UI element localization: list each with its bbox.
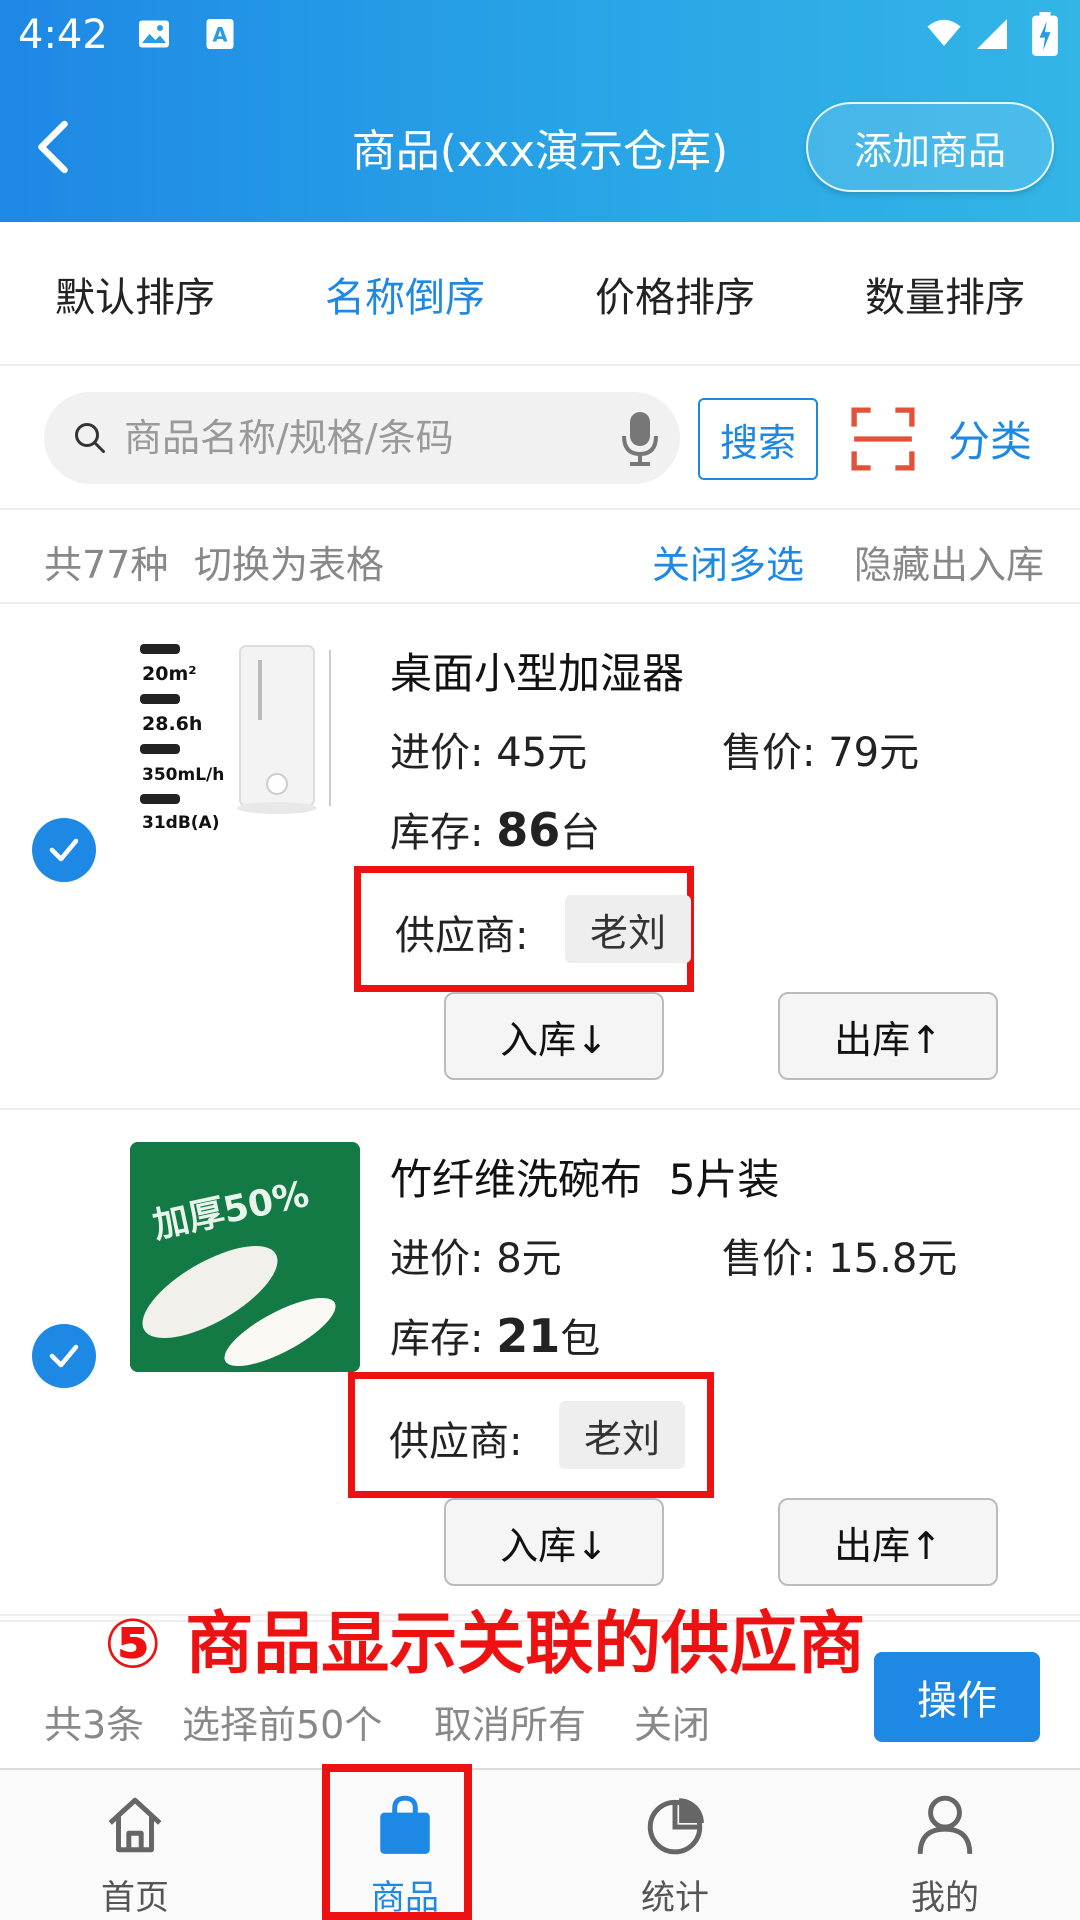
purchase-price: 进价: 45元 xyxy=(390,720,587,778)
purchase-price-value: 8元 xyxy=(496,1236,562,1282)
spec-hours: 28.6h xyxy=(142,713,202,735)
stock: 库存: 86台 xyxy=(390,800,600,858)
supplier-label: 供应商: xyxy=(395,913,529,959)
annotation-caption: ⑤ 商品显示关联的供应商 xyxy=(104,1605,866,1684)
search-box xyxy=(44,392,680,484)
hide-stock-io-link[interactable]: 隐藏出入库 xyxy=(854,534,1044,589)
stock-unit: 包 xyxy=(560,1316,601,1362)
supplier-highlight: 供应商: 老刘 xyxy=(354,866,694,992)
add-product-button[interactable]: 添加商品 xyxy=(806,102,1054,192)
spec-area: 20m² xyxy=(142,663,197,685)
font-icon: A xyxy=(206,19,234,49)
supplier-tag: 老刘 xyxy=(559,1401,685,1469)
selected-count: 共3条 xyxy=(44,1703,145,1747)
list-info-row: 共77种 切换为表格 关闭多选 隐藏出入库 xyxy=(0,512,1080,604)
sale-price-label: 售价: xyxy=(722,730,816,776)
stock-out-button[interactable]: 出库↑ xyxy=(778,1498,998,1586)
microphone-icon[interactable] xyxy=(620,410,660,466)
pie-chart-icon xyxy=(647,1798,704,1855)
search-button[interactable]: 搜索 xyxy=(698,398,818,480)
humidifier-image: 20m² 28.6h 350mL/h 31dB(A) xyxy=(140,644,331,833)
sort-quantity-tab[interactable]: 数量排序 xyxy=(810,222,1080,366)
supplier-highlight: 供应商: 老刘 xyxy=(348,1372,714,1498)
sale-price-label: 售价: xyxy=(722,1236,816,1282)
sort-name-desc-tab[interactable]: 名称倒序 xyxy=(270,222,540,366)
cancel-all-link[interactable]: 取消所有 xyxy=(434,1694,586,1749)
nav-stats[interactable]: 统计 xyxy=(540,1770,810,1920)
sort-price-tab[interactable]: 价格排序 xyxy=(540,222,810,366)
product-name: 桌面小型加湿器 xyxy=(390,649,685,698)
check-icon xyxy=(49,838,79,862)
nav-products-label: 商品 xyxy=(371,1878,439,1918)
sale-price: 售价: 79元 xyxy=(722,720,919,778)
stock-out-button[interactable]: 出库↑ xyxy=(778,992,998,1080)
nav-home[interactable]: 首页 xyxy=(0,1770,270,1920)
status-bar: 4:42 A xyxy=(0,0,1080,72)
close-link[interactable]: 关闭 xyxy=(634,1694,710,1749)
stock-in-button[interactable]: 入库↓ xyxy=(444,992,664,1080)
stock: 库存: 21包 xyxy=(390,1306,600,1364)
person-icon xyxy=(917,1795,973,1854)
purchase-price-label: 进价: xyxy=(390,1236,484,1282)
product-card[interactable]: 加厚50% 竹纤维洗碗布 5片装 进价: 8元 售价: 15.8元 库存: 21… xyxy=(0,1110,1080,1616)
svg-text:A: A xyxy=(212,24,227,47)
select-first-50-link[interactable]: 选择前50个 xyxy=(182,1694,382,1749)
supplier-tag: 老刘 xyxy=(565,895,691,963)
shopping-bag-icon xyxy=(380,1795,430,1854)
stock-unit: 台 xyxy=(560,810,601,856)
product-image-dishcloth: 加厚50% xyxy=(130,1142,360,1372)
purchase-price-label: 进价: xyxy=(390,730,484,776)
page-title: 商品(xxx演示仓库) xyxy=(351,126,729,177)
stock-in-button[interactable]: 入库↓ xyxy=(444,1498,664,1586)
nav-mine[interactable]: 我的 xyxy=(810,1770,1080,1920)
sort-tabs: 默认排序 名称倒序 价格排序 数量排序 xyxy=(0,222,1080,366)
purchase-price-value: 45元 xyxy=(496,730,588,776)
stock-quantity: 86 xyxy=(496,803,561,857)
sale-price: 售价: 15.8元 xyxy=(722,1226,957,1284)
image-icon xyxy=(139,20,169,48)
supplier-label: 供应商: xyxy=(389,1419,523,1465)
status-time: 4:42 xyxy=(18,12,108,58)
category-link[interactable]: 分类 xyxy=(948,408,1032,469)
search-icon xyxy=(75,423,105,453)
spec-rate: 350mL/h xyxy=(142,765,224,785)
checkbox-checked[interactable] xyxy=(32,818,96,882)
product-count: 共77种 xyxy=(44,543,169,587)
battery-icon xyxy=(1032,12,1058,56)
nav-mine-label: 我的 xyxy=(911,1878,979,1918)
product-name: 竹纤维洗碗布 5片装 xyxy=(390,1155,780,1204)
close-multiselect-link[interactable]: 关闭多选 xyxy=(652,534,804,589)
nav-home-label: 首页 xyxy=(101,1878,169,1918)
signal-icon xyxy=(977,19,1007,49)
bottom-nav: 首页 商品 统计 我的 xyxy=(0,1768,1080,1920)
product-card[interactable]: 20m² 28.6h 350mL/h 31dB(A) 桌面小型加湿器 进价: 4… xyxy=(0,604,1080,1110)
stock-label: 库存: xyxy=(390,810,484,856)
scan-icon[interactable] xyxy=(850,406,916,472)
back-arrow-icon[interactable] xyxy=(30,112,76,182)
stock-label: 库存: xyxy=(390,1316,484,1362)
search-input[interactable] xyxy=(124,392,604,484)
product-image-humidifier: 20m² 28.6h 350mL/h 31dB(A) xyxy=(130,636,360,866)
check-icon xyxy=(49,1344,79,1368)
app-header: 4:42 A 商品(xxx演示仓库) 添加商品 xyxy=(0,0,1080,222)
switch-to-table-link[interactable]: 切换为表格 xyxy=(194,534,384,589)
home-icon xyxy=(108,1797,162,1853)
nav-stats-label: 统计 xyxy=(641,1878,709,1918)
nav-products[interactable]: 商品 xyxy=(270,1770,540,1920)
sort-default-tab[interactable]: 默认排序 xyxy=(0,222,270,366)
checkbox-checked[interactable] xyxy=(32,1324,96,1388)
sale-price-value: 79元 xyxy=(828,730,920,776)
stock-quantity: 21 xyxy=(496,1309,561,1363)
wifi-icon xyxy=(927,19,961,46)
spec-noise: 31dB(A) xyxy=(142,813,219,833)
action-button[interactable]: 操作 xyxy=(874,1652,1040,1742)
dishcloth-image: 加厚50% xyxy=(130,1142,360,1372)
search-row: 搜索 分类 xyxy=(0,368,1080,510)
purchase-price: 进价: 8元 xyxy=(390,1226,562,1284)
sale-price-value: 15.8元 xyxy=(828,1236,958,1282)
